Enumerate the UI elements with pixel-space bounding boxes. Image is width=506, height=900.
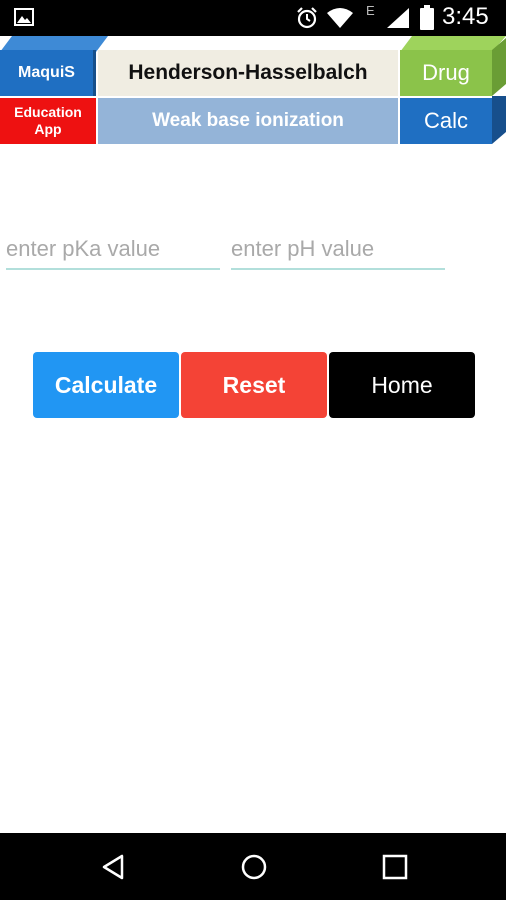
back-icon[interactable] (100, 853, 128, 881)
network-type-label: E (366, 3, 375, 18)
calculate-button[interactable]: Calculate (33, 352, 179, 418)
recents-icon[interactable] (381, 853, 409, 881)
app-banner: MaquiS Education App Henderson-Hasselbal… (0, 36, 506, 146)
wifi-icon (327, 8, 353, 28)
pka-input[interactable] (6, 230, 220, 270)
image-icon (14, 8, 34, 26)
calc-label: Calc (400, 98, 492, 144)
brand-label: MaquiS (0, 50, 96, 96)
alarm-icon (297, 7, 317, 29)
reset-button[interactable]: Reset (181, 352, 327, 418)
education-app-label: Education App (0, 98, 96, 144)
calc-block-side (492, 96, 506, 144)
signal-icon (387, 8, 409, 28)
home-circle-icon[interactable] (240, 853, 268, 881)
clock: 3:45 (442, 3, 489, 30)
status-bar: E 3:45 (0, 0, 506, 36)
home-button[interactable]: Home (329, 352, 475, 418)
page-subtitle: Weak base ionization (98, 98, 398, 144)
page-title: Henderson-Hasselbalch (98, 50, 398, 96)
ph-input[interactable] (231, 230, 445, 270)
drug-label: Drug (400, 50, 492, 96)
battery-icon (420, 5, 434, 30)
navigation-bar (0, 833, 506, 900)
